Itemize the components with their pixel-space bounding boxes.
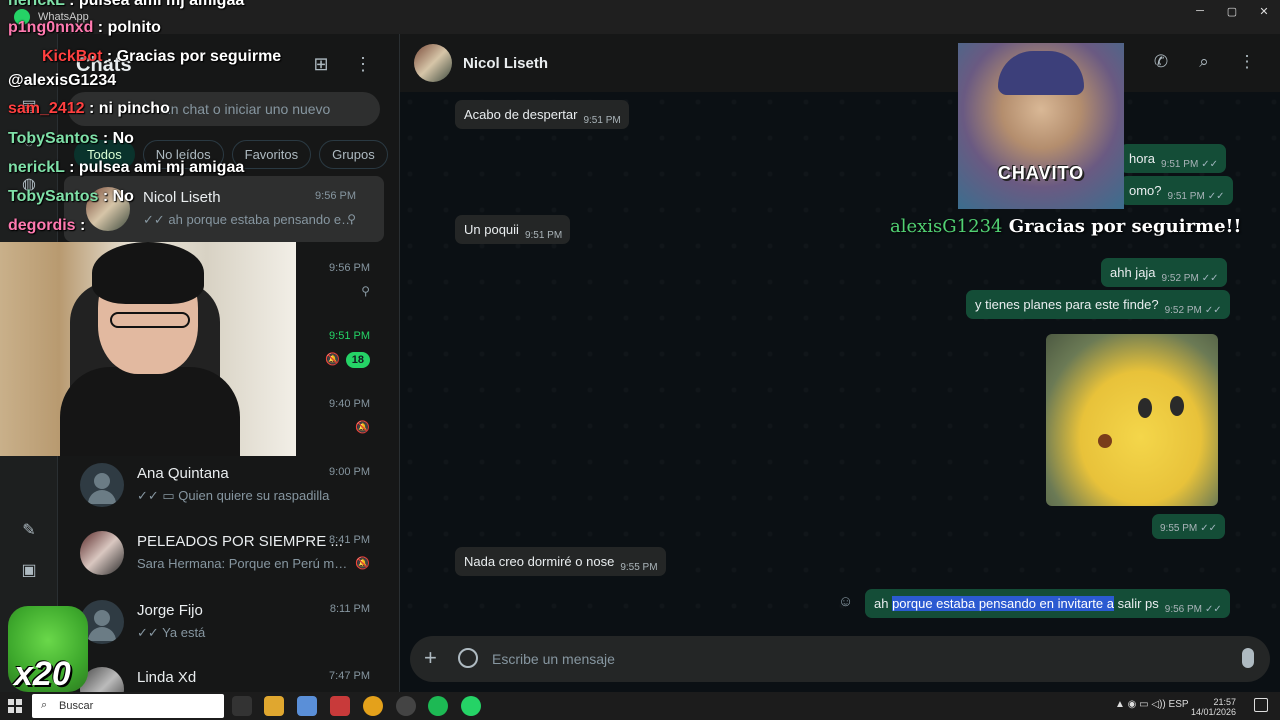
chat-preview: ✓✓ Ya está xyxy=(137,625,206,640)
avatar xyxy=(80,463,124,507)
minimize-button[interactable]: ─ xyxy=(1184,0,1216,22)
message-out[interactable]: ahh jaja 9:52 PM ✓✓ xyxy=(1101,258,1227,287)
chat-time: 8:11 PM xyxy=(329,603,370,615)
chat-item-jorge[interactable]: Jorge Fijo 8:11 PM ✓✓ Ya está xyxy=(58,589,398,655)
chrome-icon[interactable] xyxy=(363,696,383,716)
sticker-icon[interactable] xyxy=(458,648,478,668)
chat-item-peleados[interactable]: PELEADOS POR SIEMPRE ... 8:41 PM Sara He… xyxy=(58,520,398,586)
react-emoji-icon[interactable]: ☺ xyxy=(838,593,856,611)
chat-time: 9:56 PM xyxy=(329,262,370,274)
message-out[interactable]: omo? 9:51 PM ✓✓ xyxy=(1120,176,1233,205)
overlay-chat-line: nerickL : pulsea ami mj amigaa xyxy=(8,159,245,176)
start-icon[interactable] xyxy=(8,699,22,713)
search-icon: ⌕ xyxy=(41,699,48,711)
close-button[interactable]: ✕ xyxy=(1248,0,1280,22)
overlay-chat-line: TobySantos : No xyxy=(8,130,134,147)
starred-icon[interactable]: ✎ xyxy=(19,520,39,540)
pin-icon: ⚲ xyxy=(361,284,370,298)
gif-overlay: CHAVITO xyxy=(958,43,1124,209)
conversation-panel: Nicol Liseth ✆ ⌕ ⋮ Acabo de despertar 9:5… xyxy=(400,34,1280,692)
message-out[interactable]: y tienes planes para este finde? 9:52 PM ✓… xyxy=(966,290,1230,319)
maximize-button[interactable]: ▢ xyxy=(1216,0,1248,22)
chat-name: Ana Quintana xyxy=(137,465,229,482)
chat-time: 8:41 PM xyxy=(329,534,370,546)
message-composer: + Escribe un mensaje xyxy=(410,636,1270,682)
mic-icon[interactable] xyxy=(1242,648,1254,668)
spotify-icon[interactable] xyxy=(428,696,448,716)
app-icon[interactable] xyxy=(297,696,317,716)
chat-name: Linda Xd xyxy=(137,669,197,686)
multiplier-badge: x20 xyxy=(8,606,88,693)
chat-time: 9:51 PM xyxy=(329,330,370,342)
sticker-time: 9:55 PM ✓✓ xyxy=(1152,514,1226,539)
phone-icon[interactable]: ✆ xyxy=(1150,52,1172,74)
message-out[interactable]: ah porque estaba pensando en invitarte a… xyxy=(865,589,1230,618)
gif-label: CHAVITO xyxy=(997,163,1085,183)
clock[interactable]: 21:57 14/01/2026 xyxy=(1191,697,1236,717)
chat-item-nicol[interactable]: Nicol Liseth 9:56 PM ✓✓ ah porque estaba… xyxy=(64,176,384,242)
notification-icon[interactable] xyxy=(1254,698,1268,712)
system-tray[interactable]: ▲ ◉ ▭ ◁)) ESP xyxy=(1115,699,1189,710)
message-in[interactable]: Nada creo dormiré o nose 9:55 PM xyxy=(455,547,666,576)
message-in[interactable]: Un poquii 9:51 PM xyxy=(455,215,571,244)
chat-time: 9:00 PM xyxy=(329,466,370,478)
app-icon[interactable] xyxy=(330,696,350,716)
overlay-chat-line: sam_2412 : ni pincho xyxy=(8,100,170,117)
mute-icon: 🔕 xyxy=(325,352,340,366)
task-view-icon[interactable] xyxy=(232,696,252,716)
contact-avatar[interactable] xyxy=(414,44,452,82)
follow-alert: alexisG1234 Gracias por seguirme!! xyxy=(890,216,1242,237)
attach-icon[interactable]: + xyxy=(424,645,437,671)
taskbar-search[interactable]: ⌕ Buscar xyxy=(32,694,224,718)
mute-icon: 🔕 xyxy=(355,420,370,434)
unread-badge: 18 xyxy=(345,352,370,368)
overlay-chat-line: degordis : xyxy=(8,217,86,234)
sticker-image[interactable] xyxy=(1046,334,1218,506)
chat-item-ana[interactable]: Ana Quintana 9:00 PM ✓✓ ▭ Quien quiere s… xyxy=(58,452,398,518)
chat-time: 9:40 PM xyxy=(329,398,370,410)
taskbar: ⌕ Buscar ▲ ◉ ▭ ◁)) ESP 21:57 14/01/2026 xyxy=(0,692,1280,720)
filter-groups[interactable]: Grupos xyxy=(319,140,388,169)
chat-preview: ✓✓ ▭ Quien quiere su raspadilla xyxy=(137,488,330,503)
obs-icon[interactable] xyxy=(396,696,416,716)
chat-preview: ✓✓ ah porque estaba pensando en i... xyxy=(143,212,358,227)
media-icon[interactable]: ▣ xyxy=(19,560,39,580)
webcam-overlay xyxy=(0,242,296,456)
search-icon[interactable]: ⌕ xyxy=(1193,52,1215,74)
chat-time: 9:56 PM xyxy=(315,190,356,202)
window-controls: ─ ▢ ✕ xyxy=(1184,0,1280,22)
overlay-chat-line: TobySantos : No xyxy=(8,188,134,205)
explorer-icon[interactable] xyxy=(264,696,284,716)
chat-name: Nicol Liseth xyxy=(143,189,221,206)
chat-name: PELEADOS POR SIEMPRE ... xyxy=(137,533,343,550)
chat-time: 7:47 PM xyxy=(329,670,370,682)
contact-name[interactable]: Nicol Liseth xyxy=(463,55,548,72)
new-chat-icon[interactable]: ⊞ xyxy=(310,54,332,76)
conversation-header[interactable]: Nicol Liseth ✆ ⌕ ⋮ xyxy=(400,34,1280,92)
chat-item-linda[interactable]: Linda Xd 7:47 PM xyxy=(58,656,398,692)
overlay-chat-line: @alexisG1234 xyxy=(8,72,117,89)
message-input[interactable]: Escribe un mensaje xyxy=(492,651,615,667)
message-in[interactable]: Acabo de despertar 9:51 PM xyxy=(455,100,629,129)
overlay-chat-line: KickBot : Gracias por seguirme xyxy=(42,48,282,65)
multiplier-text: x20 xyxy=(14,655,71,693)
overlay-chat-line: nerickL : pulsea ami mj amigaa xyxy=(8,0,245,9)
chat-preview: Sara Hermana: Porque en Perú man... xyxy=(137,556,352,571)
menu-icon[interactable]: ⋮ xyxy=(354,54,372,76)
mute-icon: 🔕 xyxy=(355,556,370,570)
overlay-chat-line: p1ng0nnxd : polnito xyxy=(8,19,161,36)
avatar xyxy=(80,531,124,575)
message-out[interactable]: hora 9:51 PM ✓✓ xyxy=(1120,144,1227,173)
menu-icon[interactable]: ⋮ xyxy=(1236,52,1258,74)
chat-name: Jorge Fijo xyxy=(137,602,203,619)
whatsapp-taskbar-icon[interactable] xyxy=(461,696,481,716)
pin-icon: ⚲ xyxy=(347,212,356,226)
